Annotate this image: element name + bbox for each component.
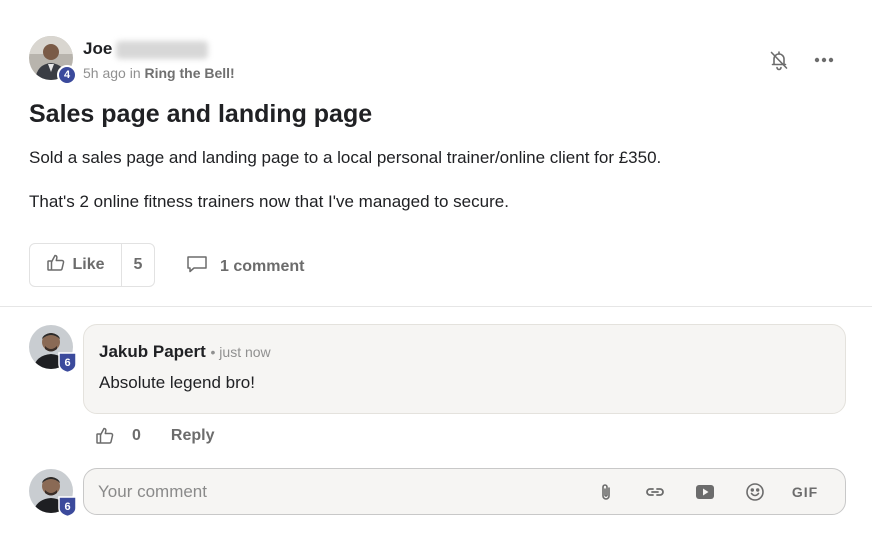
divider (0, 306, 872, 307)
current-user-level-badge: 6 (58, 496, 77, 517)
paperclip-icon[interactable] (595, 481, 617, 503)
comment-composer: GIF (83, 468, 846, 515)
post-author-level-badge: 4 (57, 65, 77, 85)
comment-bubble: Jakub Papert • just now Absolute legend … (83, 324, 846, 414)
author-first-name[interactable]: Joe (83, 39, 112, 58)
comments-link[interactable]: 1 comment (186, 254, 304, 279)
post-meta: 5h ago in Ring the Bell! (83, 65, 235, 81)
thumbs-up-icon[interactable] (95, 426, 115, 446)
more-icon[interactable] (813, 52, 835, 68)
emoji-icon[interactable] (744, 481, 766, 503)
video-icon[interactable] (694, 481, 716, 503)
post-paragraph-1: Sold a sales page and landing page to a … (29, 148, 662, 167)
like-button[interactable]: Like (30, 244, 122, 286)
post-time: 5h ago in (83, 65, 141, 81)
level-number: 4 (63, 69, 71, 81)
comment-text: Absolute legend bro! (99, 373, 255, 392)
like-count[interactable]: 5 (122, 244, 154, 286)
comment-icon (186, 254, 208, 279)
like-label: Like (72, 256, 105, 273)
reply-button[interactable]: Reply (171, 427, 215, 445)
level-number: 6 (64, 500, 71, 513)
post-paragraph-2: That's 2 online fitness trainers now tha… (29, 192, 509, 211)
comments-label: 1 comment (220, 257, 305, 275)
link-icon[interactable] (644, 481, 666, 503)
post-author-name[interactable]: Joe (83, 39, 209, 59)
level-number: 6 (64, 356, 71, 369)
comment-author-level-badge: 6 (58, 352, 77, 373)
bell-off-icon[interactable] (768, 49, 790, 71)
post-category-link[interactable]: Ring the Bell! (145, 65, 235, 81)
comment-author-name[interactable]: Jakub Papert (99, 342, 206, 361)
comment-actions: 0 Reply (95, 426, 214, 446)
like-control: Like 5 (29, 243, 155, 287)
comment-input[interactable] (98, 469, 578, 514)
comment-header: Jakub Papert • just now (99, 342, 271, 362)
redacted-last-name (116, 40, 209, 59)
thumbs-up-icon (46, 253, 66, 278)
comment-time: • just now (210, 344, 271, 360)
gif-icon[interactable]: GIF (790, 481, 820, 503)
post-title: Sales page and landing page (29, 100, 373, 128)
comment-like-count: 0 (132, 427, 141, 444)
gif-label: GIF (791, 484, 819, 500)
